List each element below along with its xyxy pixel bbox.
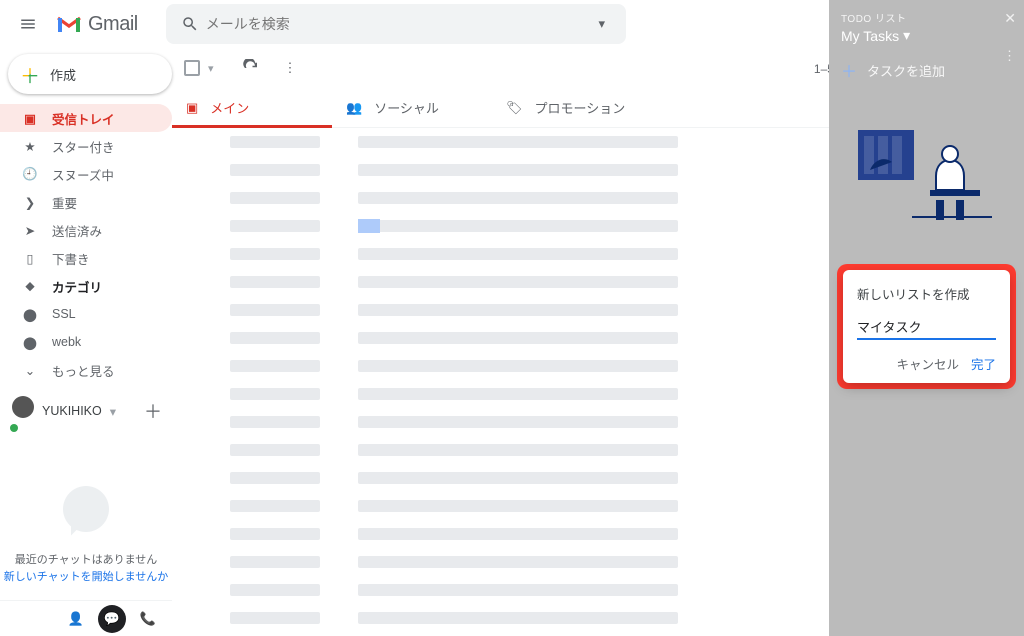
create-list-dialog: 新しいリストを作成 キャンセル 完了 (837, 264, 1016, 389)
sidebar-item-drafts[interactable]: ▯下書き (0, 244, 172, 272)
dialog-title: 新しいリストを作成 (857, 284, 996, 303)
sidebar-item-important[interactable]: ❯重要 (0, 188, 172, 216)
sidebar-item-inbox[interactable]: ▣受信トレイ (0, 104, 172, 132)
list-name-input[interactable] (857, 315, 996, 340)
sidebar-item-categories[interactable]: ⬥カテゴリ (0, 272, 172, 300)
sidebar-item-webk[interactable]: ⬤webk (0, 328, 172, 356)
draft-icon: ▯ (22, 251, 38, 266)
people-icon: 👥 (346, 100, 362, 116)
chevron-down-icon[interactable]: ▾ (208, 62, 214, 75)
search-input[interactable] (206, 16, 586, 32)
inbox-icon: ▣ (22, 111, 38, 126)
plus-icon: ＋ (841, 58, 857, 82)
search-options-icon[interactable]: ▾ (586, 16, 618, 32)
hangouts-header: YUKIHIKO ▾ ＋ (0, 390, 172, 426)
sidebar-item-snoozed[interactable]: 🕘スヌーズ中 (0, 160, 172, 188)
chevron-down-icon: ⌄ (22, 363, 38, 378)
hangouts-user[interactable]: YUKIHIKO ▾ (12, 396, 116, 426)
more-menu-button[interactable]: ⋮ (284, 60, 297, 76)
sidebar-item-ssl[interactable]: ⬤SSL (0, 300, 172, 328)
important-icon: ❯ (22, 195, 38, 210)
hangouts-footer: 👤 💬 📞 (0, 600, 172, 636)
label-icon: ⬤ (22, 335, 38, 350)
plus-icon: ＋ (20, 60, 40, 89)
tab-promotions[interactable]: 🏷プロモーション (492, 88, 652, 127)
main-menu-button[interactable] (8, 4, 48, 44)
cancel-button[interactable]: キャンセル (896, 354, 959, 373)
search-bar[interactable]: ▾ (166, 4, 626, 44)
inbox-icon: ▣ (186, 100, 198, 116)
done-button[interactable]: 完了 (971, 354, 996, 373)
tasks-list-selector[interactable]: My Tasks ▾ (841, 27, 1012, 44)
presence-dot-icon (10, 424, 18, 432)
tasks-menu-button[interactable]: ⋮ (1003, 48, 1016, 64)
hangouts-empty-state: 最近のチャットはありません 新しいチャットを開始しませんか (0, 426, 172, 594)
tag-icon: 🏷 (506, 100, 523, 116)
add-task-button[interactable]: ＋ タスクを追加 (829, 50, 1024, 90)
sidebar: ＋ 作成 ▣受信トレイ ★スター付き 🕘スヌーズ中 ❯重要 ➤送信済み ▯下書き… (0, 48, 172, 636)
category-icon: ⬥ (22, 279, 38, 294)
sidebar-item-sent[interactable]: ➤送信済み (0, 216, 172, 244)
tab-social[interactable]: 👥ソーシャル (332, 88, 492, 127)
tasks-panel: TODO リスト My Tasks ▾ ✕ ＋ タスクを追加 ⋮ (829, 0, 1024, 636)
tab-primary[interactable]: ▣メイン (172, 88, 332, 127)
search-icon[interactable] (174, 15, 206, 33)
gmail-wordmark: Gmail (88, 13, 138, 36)
sidebar-item-starred[interactable]: ★スター付き (0, 132, 172, 160)
compose-button[interactable]: ＋ 作成 (8, 54, 172, 94)
tasks-kicker: TODO リスト (841, 10, 1012, 25)
send-icon: ➤ (22, 223, 38, 238)
hangouts-contacts-tab[interactable]: 👤 (62, 605, 90, 633)
hangouts-chats-tab[interactable]: 💬 (98, 605, 126, 633)
clock-icon: 🕘 (22, 167, 38, 182)
chevron-down-icon: ▾ (903, 27, 910, 44)
new-chat-button[interactable]: ＋ (144, 398, 162, 424)
chat-bubble-icon (63, 486, 109, 532)
tasks-illustration (852, 120, 1002, 230)
start-chat-link[interactable]: 新しいチャットを開始しませんか (4, 568, 169, 584)
sidebar-item-more[interactable]: ⌄もっと見る (0, 356, 172, 384)
gmail-m-icon (56, 14, 82, 34)
refresh-button[interactable] (242, 59, 260, 77)
hangouts-calls-tab[interactable]: 📞 (134, 605, 162, 633)
select-all-checkbox[interactable] (184, 60, 200, 76)
close-panel-button[interactable]: ✕ (1004, 10, 1016, 27)
label-icon: ⬤ (22, 307, 38, 322)
star-icon: ★ (22, 139, 38, 154)
gmail-logo[interactable]: Gmail (56, 13, 158, 36)
chevron-down-icon: ▾ (110, 404, 116, 419)
compose-label: 作成 (50, 65, 76, 84)
